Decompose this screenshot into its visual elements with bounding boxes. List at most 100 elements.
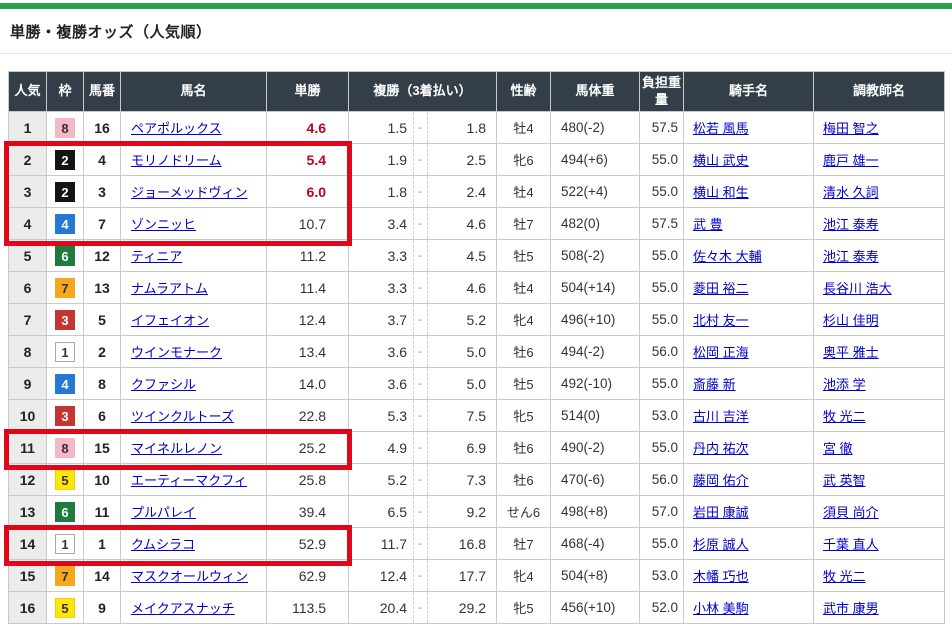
horse-weight-cell: 492(-10) <box>551 368 640 400</box>
horse-link[interactable]: ナムラアトム <box>131 281 208 296</box>
place-odds-separator: - <box>413 144 428 175</box>
horse-link[interactable]: プルパレイ <box>131 505 196 520</box>
win-odds-cell: 52.9 <box>267 528 349 560</box>
trainer-link[interactable]: 奥平 雅士 <box>823 345 879 360</box>
jockey-link[interactable]: 北村 友一 <box>693 313 749 328</box>
horse-weight-cell: 482(0) <box>551 208 640 240</box>
horse-number-cell: 6 <box>84 400 121 432</box>
jockey-link[interactable]: 岩田 康誠 <box>693 505 749 520</box>
horse-link[interactable]: クムシラコ <box>131 537 195 552</box>
jockey-link[interactable]: 横山 和生 <box>693 185 749 200</box>
place-odds-separator: - <box>413 272 428 303</box>
horse-link[interactable]: イフェイオン <box>131 313 209 328</box>
jockey-link[interactable]: 木幡 巧也 <box>693 569 749 584</box>
jockey-link[interactable]: 藤岡 佑介 <box>693 473 749 488</box>
place-odds-range: 6.5-9.2 <box>349 496 496 527</box>
jockey-link[interactable]: 小林 美駒 <box>693 601 749 616</box>
horse-link[interactable]: エーティーマクフィ <box>131 473 247 488</box>
trainer-link[interactable]: 千葉 直人 <box>823 537 879 552</box>
place-odds-low: 5.3 <box>349 400 413 431</box>
jockey-link[interactable]: 丹内 祐次 <box>693 441 749 456</box>
horse-link[interactable]: マスクオールウィン <box>131 569 248 584</box>
trainer-link[interactable]: 須貝 尚介 <box>823 505 879 520</box>
horse-link[interactable]: メイクアスナッチ <box>131 601 235 616</box>
trainer-link[interactable]: 清水 久詞 <box>823 185 879 200</box>
horse-link[interactable]: ジョーメッドヴィン <box>131 185 247 200</box>
jockey-link[interactable]: 斎藤 新 <box>693 377 736 392</box>
trainer-link[interactable]: 長谷川 浩大 <box>823 281 892 296</box>
frame-cell: 3 <box>47 304 84 336</box>
trainer-link[interactable]: 鹿戸 雄一 <box>823 153 879 168</box>
jockey-link[interactable]: 古川 吉洋 <box>693 409 749 424</box>
jockey-cell: 武 豊 <box>684 208 814 240</box>
rank-cell: 3 <box>9 176 47 208</box>
col-header-frame: 枠 <box>47 72 84 112</box>
jockey-cell: 藤岡 佑介 <box>684 464 814 496</box>
horse-weight-cell: 468(-4) <box>551 528 640 560</box>
jockey-link[interactable]: 杉原 誠人 <box>693 537 749 552</box>
trainer-link[interactable]: 武市 康男 <box>823 601 879 616</box>
place-odds-range: 5.3-7.5 <box>349 400 496 431</box>
jockey-cell: 丹内 祐次 <box>684 432 814 464</box>
carried-weight-cell: 57.0 <box>640 496 684 528</box>
sex-age-cell: 牝6 <box>497 144 551 176</box>
place-odds-low: 11.7 <box>349 528 413 559</box>
trainer-link[interactable]: 牧 光二 <box>823 409 866 424</box>
horse-link[interactable]: ウインモナーク <box>131 345 222 360</box>
trainer-link[interactable]: 梅田 智之 <box>823 121 879 136</box>
trainer-cell: 牧 光二 <box>814 560 945 592</box>
win-odds-cell: 22.8 <box>267 400 349 432</box>
win-odds-cell: 10.7 <box>267 208 349 240</box>
trainer-link[interactable]: 牧 光二 <box>823 569 866 584</box>
trainer-link[interactable]: 杉山 佳明 <box>823 313 879 328</box>
frame-badge: 1 <box>55 342 75 362</box>
frame-badge: 5 <box>55 470 75 490</box>
place-odds-high: 4.6 <box>428 272 496 303</box>
jockey-link[interactable]: 松若 風馬 <box>693 121 749 136</box>
trainer-link[interactable]: 宮 徹 <box>823 441 853 456</box>
place-odds-low: 1.5 <box>349 112 413 143</box>
horse-name-cell: ティニア <box>121 240 267 272</box>
carried-weight-cell: 55.0 <box>640 528 684 560</box>
trainer-link[interactable]: 池江 泰寿 <box>823 249 879 264</box>
jockey-link[interactable]: 松岡 正海 <box>693 345 749 360</box>
trainer-cell: 鹿戸 雄一 <box>814 144 945 176</box>
jockey-link[interactable]: 佐々木 大輔 <box>693 249 762 264</box>
jockey-link[interactable]: 菱田 裕二 <box>693 281 749 296</box>
horse-link[interactable]: ペアポルックス <box>131 121 222 136</box>
rank-cell: 4 <box>9 208 47 240</box>
jockey-link[interactable]: 横山 武史 <box>693 153 749 168</box>
place-odds-low: 4.9 <box>349 432 413 463</box>
trainer-link[interactable]: 池江 泰寿 <box>823 217 879 232</box>
rank-cell: 13 <box>9 496 47 528</box>
sex-age-cell: 牝5 <box>497 400 551 432</box>
table-row: 13611プルパレイ39.46.5-9.2せん6498(+8)57.0岩田 康誠… <box>9 496 945 528</box>
horse-link[interactable]: ティニア <box>131 249 182 264</box>
horse-link[interactable]: クファシル <box>131 377 196 392</box>
trainer-link[interactable]: 池添 学 <box>823 377 866 392</box>
horse-link[interactable]: モリノドリーム <box>131 153 222 168</box>
win-odds-cell: 39.4 <box>267 496 349 528</box>
horse-number-cell: 16 <box>84 112 121 144</box>
trainer-cell: 奥平 雅士 <box>814 336 945 368</box>
sex-age-cell: 牝4 <box>497 560 551 592</box>
table-row: 812ウインモナーク13.43.6-5.0牡6494(-2)56.0松岡 正海奥… <box>9 336 945 368</box>
place-odds-high: 16.8 <box>428 528 496 559</box>
horse-link[interactable]: マイネルレノン <box>131 441 222 456</box>
horse-link[interactable]: ゾンニッヒ <box>131 217 196 232</box>
horse-name-cell: ナムラアトム <box>121 272 267 304</box>
horse-name-cell: イフェイオン <box>121 304 267 336</box>
trainer-link[interactable]: 武 英智 <box>823 473 866 488</box>
jockey-link[interactable]: 武 豊 <box>693 217 723 232</box>
sex-age-cell: せん6 <box>497 496 551 528</box>
jockey-cell: 木幡 巧也 <box>684 560 814 592</box>
place-odds-separator: - <box>413 464 428 495</box>
place-odds-range: 1.5-1.8 <box>349 112 496 143</box>
horse-link[interactable]: ツインクルトーズ <box>131 409 234 424</box>
rank-cell: 1 <box>9 112 47 144</box>
frame-badge: 2 <box>55 182 75 202</box>
frame-cell: 7 <box>47 272 84 304</box>
rank-cell: 7 <box>9 304 47 336</box>
frame-cell: 1 <box>47 528 84 560</box>
place-odds-separator: - <box>413 208 428 239</box>
